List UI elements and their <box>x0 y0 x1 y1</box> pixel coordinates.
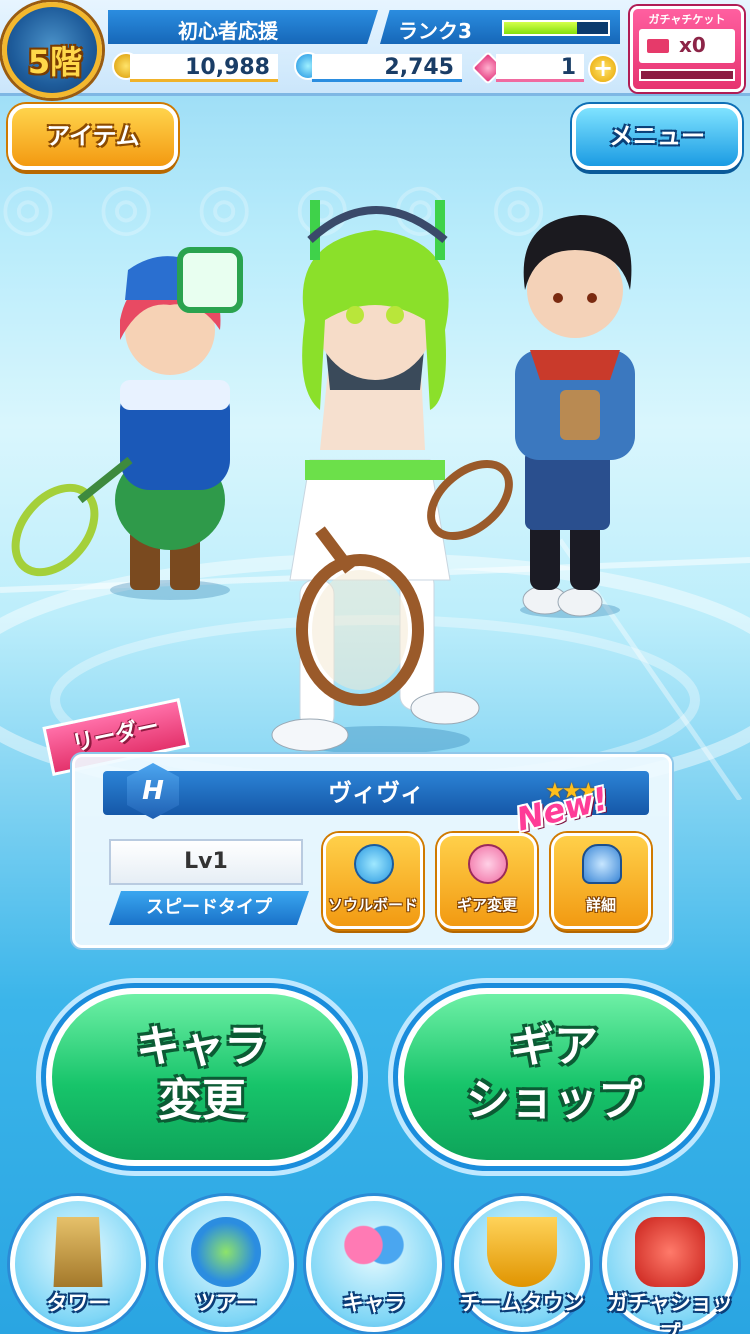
gear-change-button[interactable]: ギア変更 <box>437 833 537 929</box>
soul-board-label: ソウルボード <box>327 896 418 914</box>
details-label: 詳細 <box>585 896 616 914</box>
nav-gacha-shop[interactable]: ガチャショップ <box>602 1196 738 1334</box>
type-label: スピードタイプ <box>109 891 309 925</box>
ticket-count: x0 <box>679 33 706 57</box>
tower-icon <box>53 1217 103 1287</box>
gear-change-label: ギア変更 <box>456 896 517 914</box>
rank-gauge-fill <box>504 22 577 34</box>
nav-chara[interactable]: キャラ <box>306 1196 442 1332</box>
water-amount: 2,745 <box>312 54 462 82</box>
menu-button[interactable]: メニュー <box>572 104 742 170</box>
chara-change-label: キャラ 変更 <box>136 1021 268 1126</box>
nav-gacha-shop-label: ガチャショップ <box>607 1291 733 1334</box>
player-title: 初心者応援 <box>108 10 378 44</box>
items-button[interactable]: アイテム <box>8 104 178 170</box>
leader-panel: ヴィヴィ H ★★★ Lv1 スピードタイプ ソウルボード ギア変更 詳細 <box>72 754 672 948</box>
nav-tour[interactable]: ツアー <box>158 1196 294 1332</box>
racket-icon <box>468 844 508 884</box>
gacha-ticket-panel[interactable]: ガチャチケット x0 <box>630 6 744 92</box>
soul-board-button[interactable]: ソウルボード <box>323 833 423 929</box>
gem-amount: 1 <box>496 54 584 82</box>
gold-amount: 10,988 <box>130 54 278 82</box>
floor-badge[interactable]: 5階 <box>2 2 102 98</box>
nav-team-town-label: チームタウン <box>459 1291 585 1315</box>
team-town-icon <box>487 1217 557 1287</box>
ticket-icon <box>647 39 669 53</box>
ticket-count-box: x0 <box>639 29 735 63</box>
soul-board-icon <box>354 844 394 884</box>
level-box: Lv1 <box>109 839 303 885</box>
characters-icon <box>339 1217 409 1287</box>
details-button[interactable]: 詳細 <box>551 833 651 929</box>
gacha-machine-icon <box>635 1217 705 1287</box>
nav-team-town[interactable]: チームタウン <box>454 1196 590 1332</box>
globe-icon <box>191 1217 261 1287</box>
character-center <box>271 200 513 754</box>
ticket-label: ガチャチケット <box>648 13 726 26</box>
gear-shop-label: ギア ショップ <box>466 1021 642 1126</box>
gear-shop-button[interactable]: ギア ショップ <box>398 988 710 1166</box>
ticket-gauge <box>639 69 735 81</box>
nav-tower-label: タワー <box>46 1291 110 1315</box>
nav-chara-label: キャラ <box>342 1291 406 1315</box>
floor-label: 5階 <box>27 43 83 81</box>
rank-gauge <box>502 20 610 36</box>
person-icon <box>582 844 622 884</box>
nav-tower[interactable]: タワー <box>10 1196 146 1332</box>
character-left <box>11 247 243 600</box>
add-gems-button[interactable]: + <box>588 54 618 84</box>
nav-tour-label: ツアー <box>195 1291 257 1315</box>
character-right <box>515 215 635 618</box>
chara-change-button[interactable]: キャラ 変更 <box>46 988 358 1166</box>
